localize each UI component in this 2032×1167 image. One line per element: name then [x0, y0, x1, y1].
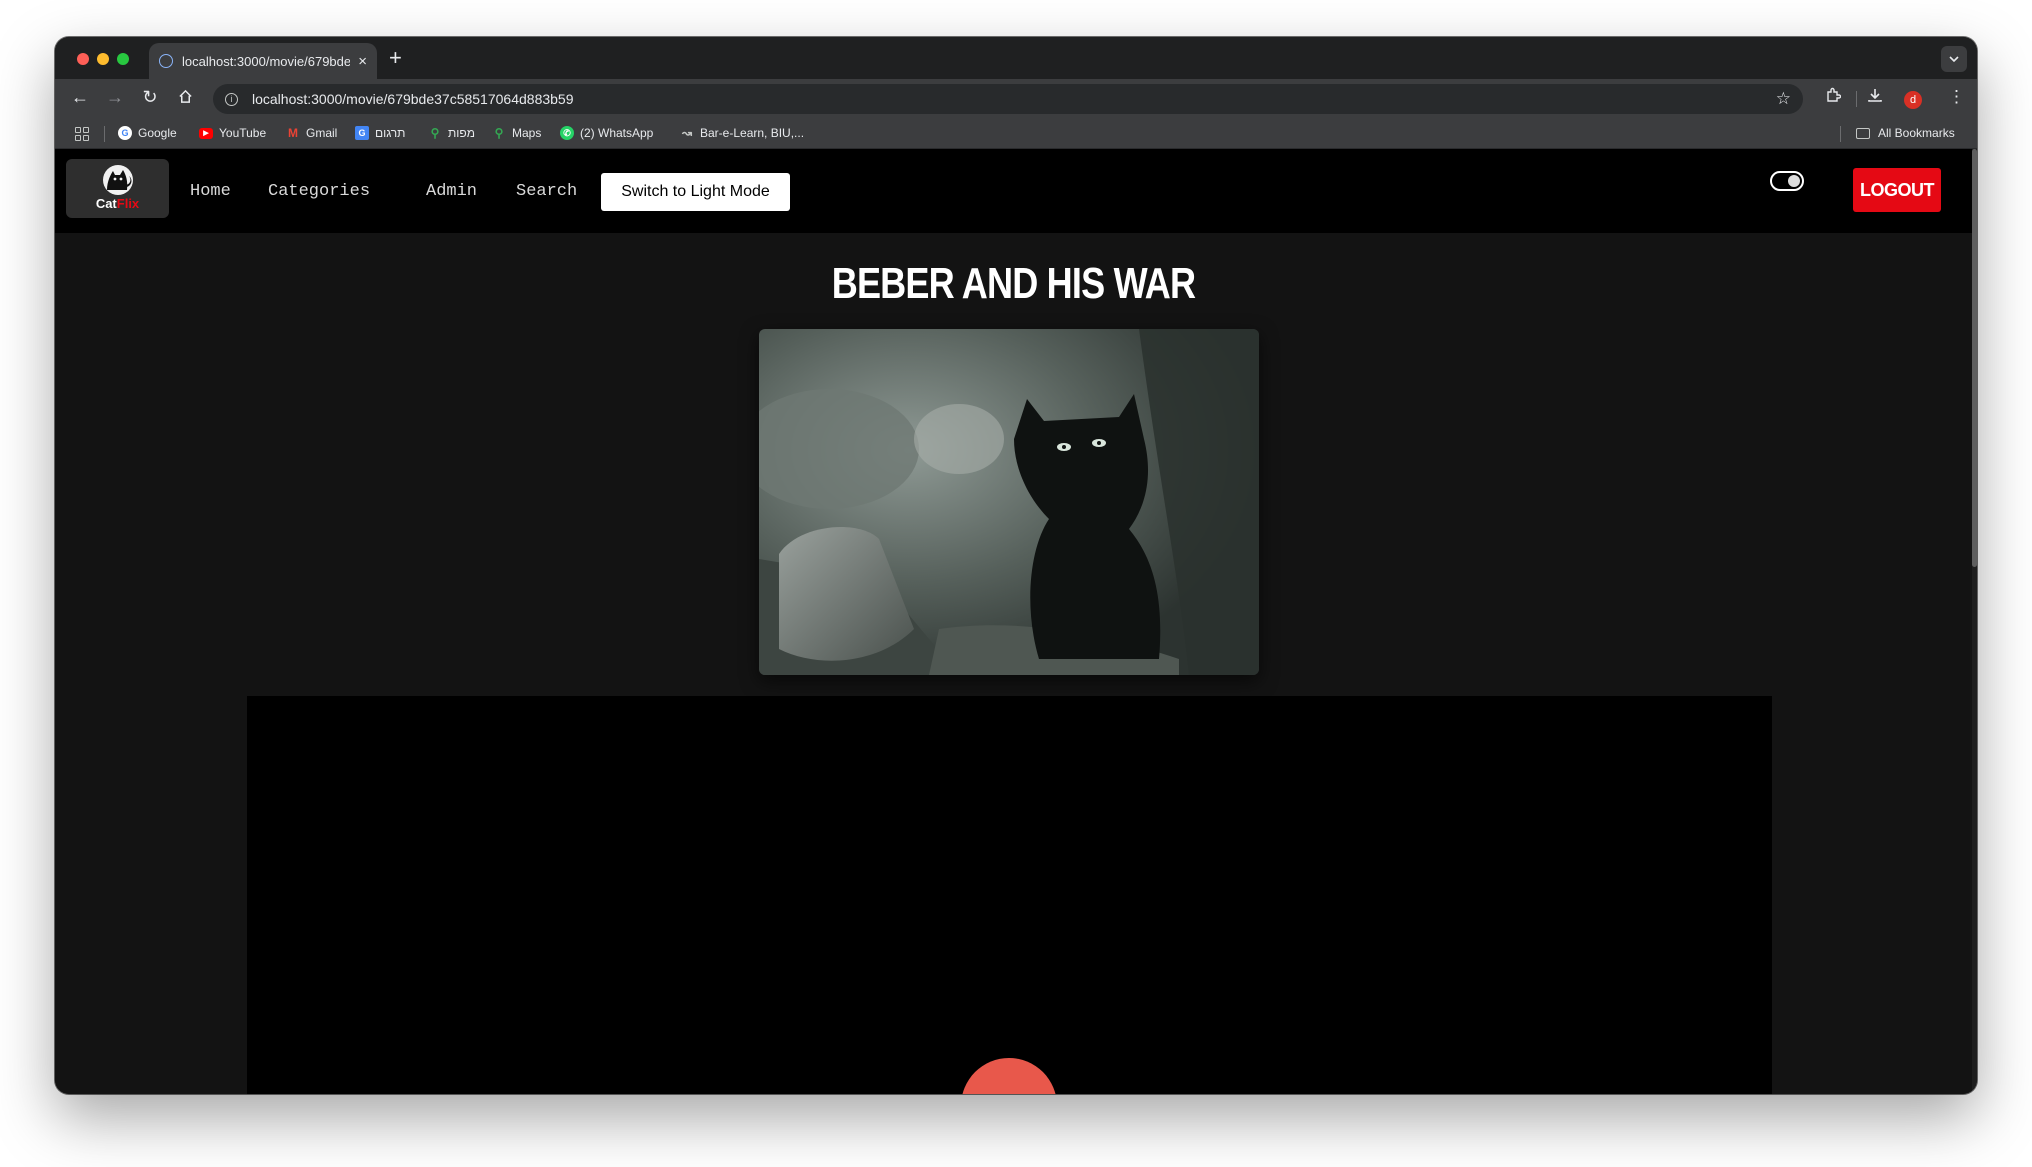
- toggle-knob: [1788, 175, 1800, 187]
- bookmark-label: Gmail: [306, 126, 338, 140]
- bookmark-elearn[interactable]: ↝ Bar-e-Learn, BIU,...: [680, 126, 804, 140]
- home-icon[interactable]: [174, 87, 196, 109]
- bookmark-label: תרגום: [375, 126, 406, 140]
- bookmark-maps[interactable]: ⚲ Maps: [492, 126, 542, 140]
- bookmark-gmail[interactable]: M Gmail: [286, 126, 337, 140]
- logo-wordmark: CatFlix: [66, 197, 169, 211]
- all-bookmarks-button[interactable]: All Bookmarks: [1856, 126, 1955, 140]
- google-icon: G: [118, 126, 132, 140]
- bookmarks-divider: [104, 126, 105, 142]
- bookmark-label: YouTube: [219, 126, 267, 140]
- site-info-icon[interactable]: i: [225, 92, 238, 106]
- minimize-window-button[interactable]: [97, 53, 109, 65]
- bookmark-translate[interactable]: G תרגום: [355, 126, 405, 140]
- close-window-button[interactable]: [77, 53, 89, 65]
- tab-strip: localhost:3000/movie/679bde37c58517064d8…: [55, 37, 1977, 79]
- logo-text-cat: Cat: [95, 196, 117, 211]
- tab-close-icon[interactable]: ×: [358, 53, 367, 70]
- puzzle-shape: [1827, 87, 1842, 102]
- menu-kebab-icon[interactable]: ⋮: [1948, 87, 1965, 107]
- download-icon[interactable]: [1867, 87, 1883, 108]
- play-button[interactable]: [961, 1058, 1057, 1094]
- browser-toolbar: ← → ↻ i localhost:3000/movie/679bde37c58…: [55, 79, 1977, 119]
- logo-text-flix: Flix: [116, 196, 140, 211]
- new-tab-button[interactable]: +: [389, 45, 402, 71]
- extensions-icon[interactable]: [1825, 87, 1842, 108]
- nav-admin-link[interactable]: Admin: [426, 182, 477, 201]
- elearn-icon: ↝: [681, 126, 693, 140]
- browser-tab[interactable]: localhost:3000/movie/679bde37c58517064d8…: [149, 43, 377, 79]
- maximize-window-button[interactable]: [117, 53, 129, 65]
- cat-logo-icon: [102, 165, 133, 195]
- video-player[interactable]: [247, 696, 1772, 1094]
- bookmark-google[interactable]: G Google: [118, 126, 177, 140]
- tab-search-button[interactable]: [1941, 46, 1967, 72]
- forward-arrow-icon[interactable]: →: [104, 87, 126, 108]
- bookmark-label: Google: [138, 126, 177, 140]
- nav-home-link[interactable]: Home: [190, 182, 231, 201]
- scrollbar-thumb[interactable]: [1972, 149, 1977, 567]
- nav-categories-link[interactable]: Categories: [268, 182, 370, 201]
- reload-icon[interactable]: ↻: [139, 87, 161, 108]
- nav-search-link[interactable]: Search: [516, 182, 577, 201]
- back-arrow-icon[interactable]: ←: [69, 87, 91, 108]
- bookmark-label: Bar-e-Learn, BIU,...: [700, 126, 805, 140]
- react-favicon-icon: [159, 54, 173, 68]
- gmail-icon: M: [288, 126, 298, 140]
- profile-avatar[interactable]: d: [1904, 91, 1922, 109]
- theme-toggle[interactable]: [1770, 171, 1804, 191]
- home-shape: [178, 89, 192, 103]
- toolbar-divider: [1856, 91, 1857, 107]
- youtube-icon: ▶: [199, 127, 213, 139]
- app-navbar: CatFlix Home Categories Admin Search Swi…: [55, 149, 1972, 233]
- bookmarks-bar: G Google ▶ YouTube M Gmail G תרגום ⚲ מפו…: [55, 119, 1977, 149]
- page-scrollbar[interactable]: [1972, 149, 1977, 1094]
- switch-light-mode-button[interactable]: Switch to Light Mode: [601, 173, 790, 211]
- page-viewport: CatFlix Home Categories Admin Search Swi…: [55, 149, 1972, 1094]
- bookmark-label: מפות: [448, 126, 475, 140]
- bookmark-label: (2) WhatsApp: [580, 126, 654, 140]
- folder-icon: [1856, 127, 1870, 139]
- catflix-logo[interactable]: CatFlix: [66, 159, 169, 218]
- url-text[interactable]: localhost:3000/movie/679bde37c58517064d8…: [252, 91, 1776, 107]
- bookmarks-divider: [1840, 126, 1841, 142]
- tab-title: localhost:3000/movie/679bde37c58517064d8…: [182, 53, 351, 69]
- bookmark-youtube[interactable]: ▶ YouTube: [199, 126, 266, 140]
- download-shape: [1868, 89, 1882, 102]
- cat-poster-image: [759, 329, 1259, 675]
- bookmark-star-icon[interactable]: ☆: [1776, 89, 1791, 109]
- maps-icon: ⚲: [494, 126, 504, 140]
- bookmark-maps-he[interactable]: ⚲ מפות: [428, 126, 475, 140]
- movie-title: BEBER AND HIS WAR: [831, 259, 1196, 308]
- bookmark-label: Maps: [512, 126, 542, 140]
- bookmark-whatsapp[interactable]: ✆ (2) WhatsApp: [560, 126, 653, 140]
- maps-icon: ⚲: [430, 126, 440, 140]
- apps-grid-icon[interactable]: [75, 127, 89, 141]
- browser-window: localhost:3000/movie/679bde37c58517064d8…: [55, 37, 1977, 1094]
- all-bookmarks-label: All Bookmarks: [1878, 126, 1955, 140]
- chevron-down-icon: [1949, 56, 1959, 62]
- address-bar[interactable]: i localhost:3000/movie/679bde37c58517064…: [213, 84, 1803, 114]
- translate-icon: G: [355, 126, 369, 140]
- whatsapp-icon: ✆: [560, 126, 574, 140]
- movie-poster: [759, 329, 1259, 675]
- logout-button[interactable]: LOGOUT: [1853, 168, 1941, 212]
